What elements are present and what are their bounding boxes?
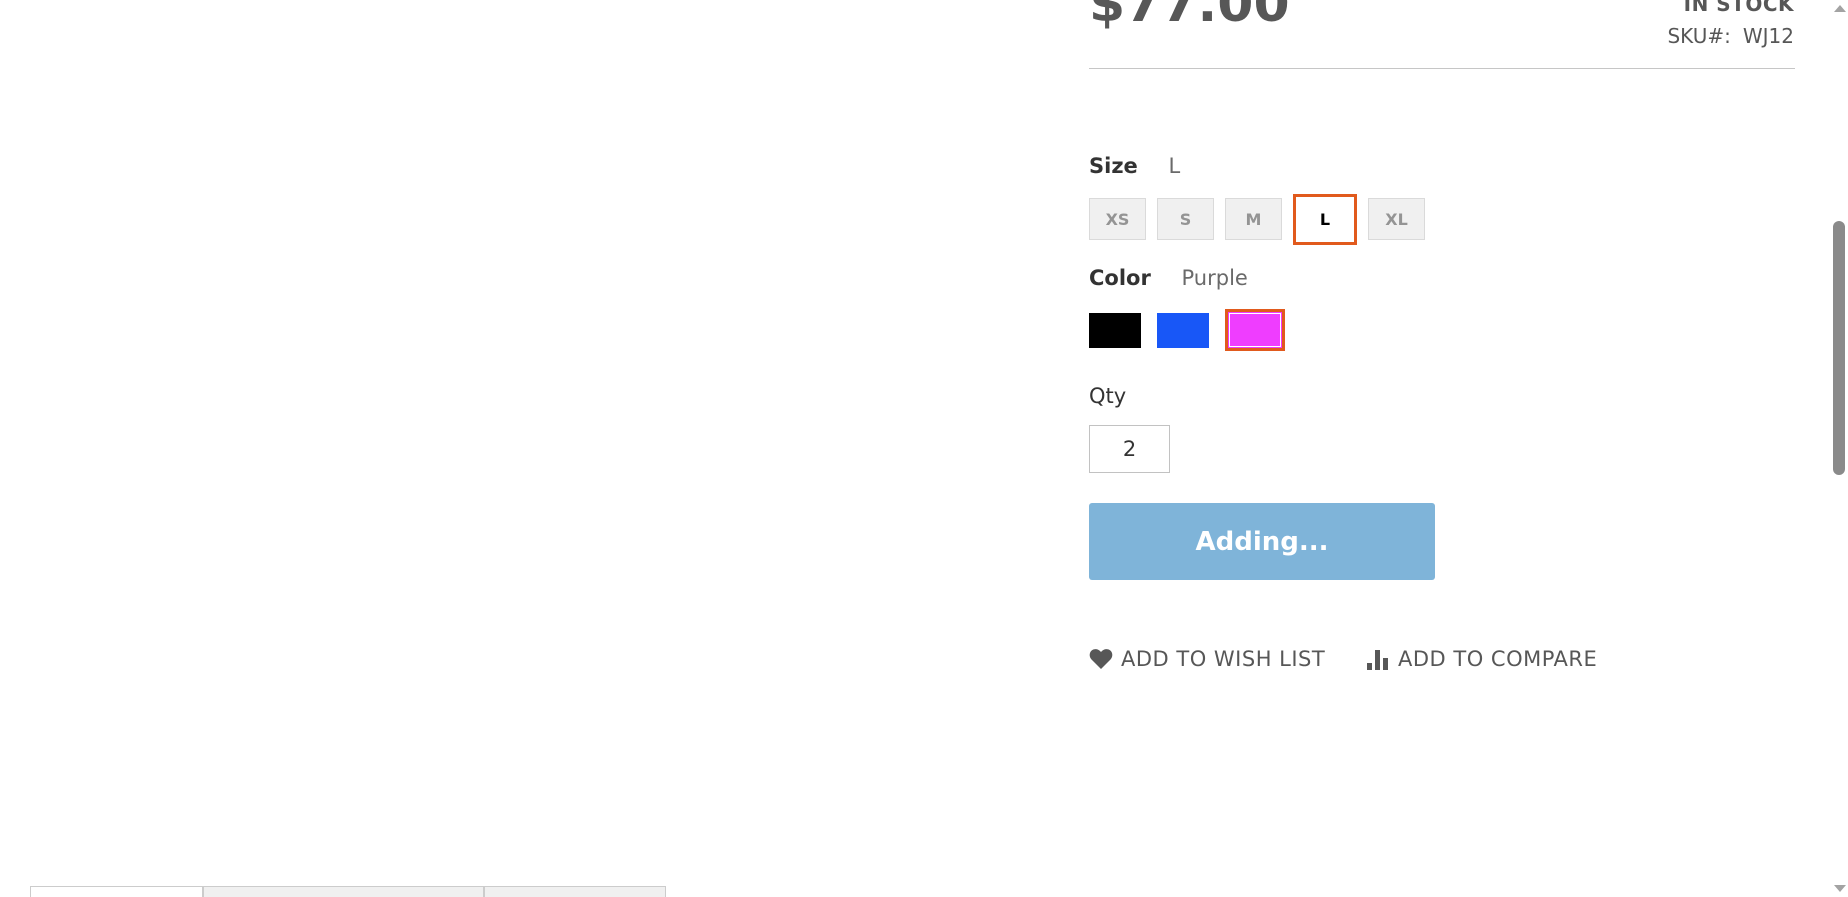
add-to-wishlist-link[interactable]: ADD TO WISH LIST <box>1089 647 1325 671</box>
size-options: XS S M L XL <box>1089 194 1425 245</box>
size-option-s[interactable]: S <box>1157 198 1214 240</box>
tab-details[interactable] <box>30 886 203 897</box>
size-selected-value: L <box>1168 154 1181 178</box>
size-option-xs[interactable]: XS <box>1089 198 1146 240</box>
color-selected-value: Purple <box>1181 266 1248 290</box>
bar-chart-icon <box>1366 648 1390 670</box>
color-options <box>1089 309 1285 351</box>
divider <box>1089 68 1795 69</box>
scroll-thumb[interactable] <box>1833 221 1845 475</box>
size-option-l[interactable]: L <box>1293 194 1357 245</box>
size-option-m[interactable]: M <box>1225 198 1282 240</box>
color-option-purple[interactable] <box>1225 309 1285 351</box>
size-attribute: Size L <box>1089 154 1180 178</box>
stock-status: IN STOCK <box>1683 0 1794 16</box>
vertical-scrollbar[interactable] <box>1831 0 1848 897</box>
color-option-blue[interactable] <box>1157 312 1209 348</box>
product-price: $77.00 <box>1089 0 1290 34</box>
size-label: Size <box>1089 154 1138 178</box>
wishlist-label: ADD TO WISH LIST <box>1121 647 1326 671</box>
scroll-up-arrow-icon[interactable] <box>1834 5 1846 12</box>
tab-more-information[interactable] <box>203 886 484 897</box>
add-to-compare-link[interactable]: ADD TO COMPARE <box>1366 647 1597 671</box>
qty-input[interactable] <box>1089 425 1170 473</box>
color-option-black[interactable] <box>1089 312 1141 348</box>
size-option-xl[interactable]: XL <box>1368 198 1425 240</box>
qty-label: Qty <box>1089 384 1127 408</box>
scroll-down-arrow-icon[interactable] <box>1834 885 1846 892</box>
product-sku: SKU#: WJ12 <box>1667 24 1794 48</box>
tab-reviews[interactable] <box>484 886 666 897</box>
compare-label: ADD TO COMPARE <box>1398 647 1598 671</box>
product-info-tabs <box>30 886 666 897</box>
color-label: Color <box>1089 266 1151 290</box>
product-page: $77.00 IN STOCK SKU#: WJ12 Size L XS S M … <box>0 0 1848 897</box>
add-to-cart-button[interactable]: Adding... <box>1089 503 1435 580</box>
sku-label: SKU#: <box>1667 24 1731 48</box>
heart-icon <box>1089 648 1113 670</box>
color-attribute: Color Purple <box>1089 266 1248 290</box>
sku-value: WJ12 <box>1742 24 1794 48</box>
